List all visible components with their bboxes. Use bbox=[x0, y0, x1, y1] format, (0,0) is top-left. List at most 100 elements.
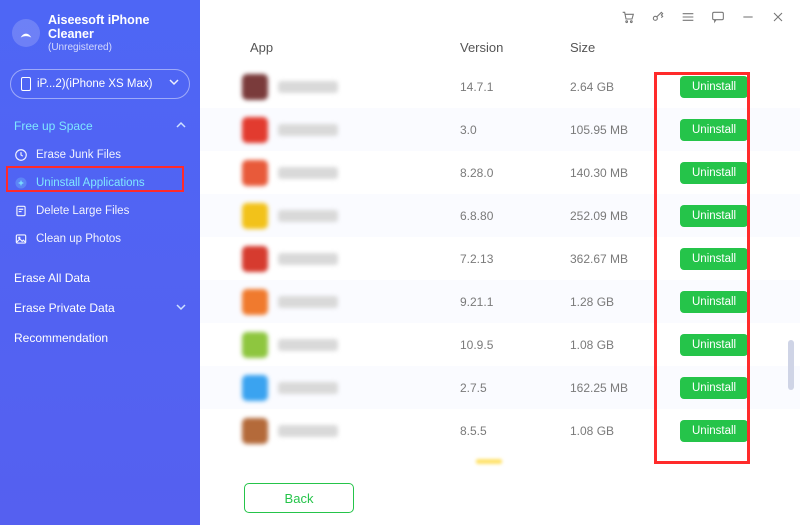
nav-uninstall-applications[interactable]: Uninstall Applications bbox=[0, 169, 200, 197]
section-label: Recommendation bbox=[14, 331, 108, 345]
version-cell: 8.5.5 bbox=[460, 424, 570, 438]
app-icon bbox=[242, 117, 268, 143]
size-cell: 162.25 MB bbox=[570, 381, 680, 395]
uninstall-button[interactable]: Uninstall bbox=[680, 76, 748, 98]
apps-icon bbox=[14, 176, 28, 190]
size-cell: 362.67 MB bbox=[570, 252, 680, 266]
col-header-version[interactable]: Version bbox=[460, 40, 570, 55]
app-name-blurred bbox=[278, 124, 338, 136]
feedback-icon[interactable] bbox=[710, 9, 726, 25]
app-icon bbox=[242, 74, 268, 100]
uninstall-button[interactable]: Uninstall bbox=[680, 205, 748, 227]
section-erase-private-data[interactable]: Erase Private Data bbox=[0, 293, 200, 323]
section-erase-all-data[interactable]: Erase All Data bbox=[0, 263, 200, 293]
app-name-blurred bbox=[278, 339, 338, 351]
table-row: 6.8.80252.09 MBUninstall bbox=[200, 194, 800, 237]
brand-subtitle: Cleaner bbox=[48, 28, 149, 42]
col-header-size[interactable]: Size bbox=[570, 40, 680, 55]
app-icon bbox=[242, 289, 268, 315]
brand-status: (Unregistered) bbox=[48, 42, 149, 53]
back-button[interactable]: Back bbox=[244, 483, 354, 513]
size-cell: 1.08 GB bbox=[570, 424, 680, 438]
section-label: Erase All Data bbox=[14, 271, 90, 285]
app-icon bbox=[242, 246, 268, 272]
col-header-app[interactable]: App bbox=[250, 40, 460, 55]
app-cell bbox=[242, 375, 460, 401]
table-row: 9.21.11.28 GBUninstall bbox=[200, 280, 800, 323]
app-cell bbox=[242, 203, 460, 229]
chevron-down-icon bbox=[169, 77, 179, 90]
clock-icon bbox=[14, 148, 28, 162]
app-cell bbox=[242, 289, 460, 315]
footer: Back bbox=[200, 471, 800, 525]
menu-icon[interactable] bbox=[680, 9, 696, 25]
uninstall-button[interactable]: Uninstall bbox=[680, 162, 748, 184]
uninstall-button[interactable]: Uninstall bbox=[680, 119, 748, 141]
partial-row-indicator bbox=[476, 459, 502, 464]
version-cell: 6.8.80 bbox=[460, 209, 570, 223]
device-selector[interactable]: iP...2)(iPhone XS Max) bbox=[10, 69, 190, 99]
version-cell: 7.2.13 bbox=[460, 252, 570, 266]
minimize-icon[interactable] bbox=[740, 9, 756, 25]
nav-label: Delete Large Files bbox=[36, 205, 129, 217]
image-icon bbox=[14, 232, 28, 246]
chevron-up-icon bbox=[176, 119, 186, 133]
app-name-blurred bbox=[278, 425, 338, 437]
uninstall-button[interactable]: Uninstall bbox=[680, 291, 748, 313]
size-cell: 1.08 GB bbox=[570, 338, 680, 352]
app-icon bbox=[242, 418, 268, 444]
app-icon bbox=[242, 203, 268, 229]
version-cell: 14.7.1 bbox=[460, 80, 570, 94]
table-row: 7.2.13362.67 MBUninstall bbox=[200, 237, 800, 280]
version-cell: 10.9.5 bbox=[460, 338, 570, 352]
key-icon[interactable] bbox=[650, 9, 666, 25]
table-row: 3.0105.95 MBUninstall bbox=[200, 108, 800, 151]
brand-title: Aiseesoft iPhone bbox=[48, 14, 149, 28]
sidebar: Aiseesoft iPhone Cleaner (Unregistered) … bbox=[0, 0, 200, 525]
nav-delete-large-files[interactable]: Delete Large Files bbox=[0, 197, 200, 225]
section-free-up-space[interactable]: Free up Space bbox=[0, 111, 200, 141]
app-cell bbox=[242, 74, 460, 100]
uninstall-button[interactable]: Uninstall bbox=[680, 248, 748, 270]
nav-label: Uninstall Applications bbox=[36, 177, 145, 189]
table-row: 14.7.12.64 GBUninstall bbox=[200, 65, 800, 108]
cart-icon[interactable] bbox=[620, 9, 636, 25]
size-cell: 1.28 GB bbox=[570, 295, 680, 309]
phone-icon bbox=[21, 77, 31, 91]
app-icon bbox=[242, 160, 268, 186]
app-icon bbox=[242, 332, 268, 358]
table-header: App Version Size bbox=[200, 34, 800, 65]
version-cell: 8.28.0 bbox=[460, 166, 570, 180]
size-cell: 2.64 GB bbox=[570, 80, 680, 94]
nav-label: Clean up Photos bbox=[36, 233, 121, 245]
version-cell: 2.7.5 bbox=[460, 381, 570, 395]
table-row: 2.7.5162.25 MBUninstall bbox=[200, 366, 800, 409]
uninstall-button[interactable]: Uninstall bbox=[680, 377, 748, 399]
nav-clean-up-photos[interactable]: Clean up Photos bbox=[0, 225, 200, 253]
app-name-blurred bbox=[278, 296, 338, 308]
section-label: Erase Private Data bbox=[14, 301, 115, 315]
device-label: iP...2)(iPhone XS Max) bbox=[37, 78, 163, 90]
table-body: 14.7.12.64 GBUninstall3.0105.95 MBUninst… bbox=[200, 65, 800, 471]
version-cell: 9.21.1 bbox=[460, 295, 570, 309]
close-icon[interactable] bbox=[770, 9, 786, 25]
app-icon bbox=[242, 375, 268, 401]
app-cell bbox=[242, 160, 460, 186]
table-row: 8.5.51.08 GBUninstall bbox=[200, 409, 800, 452]
uninstall-button[interactable]: Uninstall bbox=[680, 334, 748, 356]
size-cell: 252.09 MB bbox=[570, 209, 680, 223]
brand: Aiseesoft iPhone Cleaner (Unregistered) bbox=[0, 10, 200, 63]
table-row: 10.9.51.08 GBUninstall bbox=[200, 323, 800, 366]
uninstall-button[interactable]: Uninstall bbox=[680, 420, 748, 442]
app-cell bbox=[242, 332, 460, 358]
nav-label: Erase Junk Files bbox=[36, 149, 121, 161]
app-name-blurred bbox=[278, 210, 338, 222]
chevron-down-icon bbox=[176, 301, 186, 315]
section-recommendation[interactable]: Recommendation bbox=[0, 323, 200, 353]
size-cell: 140.30 MB bbox=[570, 166, 680, 180]
brand-logo-icon bbox=[12, 19, 40, 47]
scrollbar-thumb[interactable] bbox=[788, 340, 794, 390]
table-row: 8.28.0140.30 MBUninstall bbox=[200, 151, 800, 194]
nav-erase-junk-files[interactable]: Erase Junk Files bbox=[0, 141, 200, 169]
app-name-blurred bbox=[278, 253, 338, 265]
